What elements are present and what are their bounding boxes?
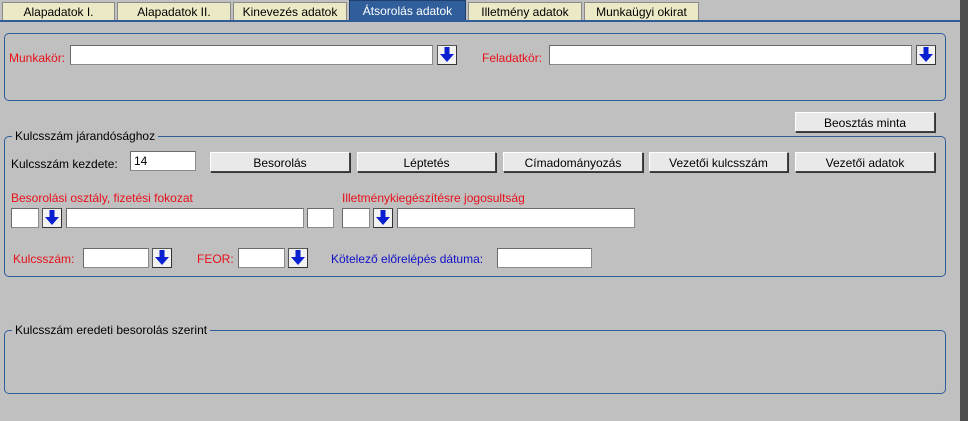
vezetoi-kulcsszam-button[interactable]: Vezetői kulcsszám	[649, 152, 788, 172]
eredeti-besorolas-legend: Kulcsszám eredeti besorolás szerint	[12, 323, 211, 337]
fizetesi-fokozat-input[interactable]	[307, 208, 334, 228]
illetmenykiegeszites-description[interactable]	[397, 208, 635, 228]
leptetes-button[interactable]: Léptetés	[357, 152, 496, 172]
illetmenykiegeszites-label: Illetménykiegészítésre jogosultság	[342, 191, 525, 205]
feladatkor-label: Feladatkör:	[482, 51, 543, 65]
kulcsszam-input[interactable]	[83, 248, 149, 268]
feladatkor-input[interactable]	[549, 45, 912, 65]
tab-atsorolas-adatok[interactable]: Átsorolás adatok	[349, 0, 466, 21]
kulcsszam-kezdete-input[interactable]	[130, 151, 196, 171]
besorolasi-osztaly-description[interactable]	[66, 208, 304, 228]
arrow-down-icon	[291, 250, 305, 265]
arrow-down-icon	[376, 210, 390, 225]
tab-underline	[0, 20, 960, 22]
munkakor-group	[4, 33, 946, 101]
arrow-down-icon	[155, 250, 169, 265]
feor-dropdown-button[interactable]	[288, 248, 308, 268]
besorolasi-osztaly-label: Besorolási osztály, fizetési fokozat	[11, 191, 193, 205]
besorolas-button[interactable]: Besorolás	[210, 152, 350, 172]
kulcsszam-label: Kulcsszám:	[13, 252, 75, 266]
eredeti-besorolas-group	[4, 330, 946, 394]
tab-munkaugyi-okirat[interactable]: Munkaügyi okirat	[584, 2, 699, 20]
arrow-down-icon	[440, 47, 454, 62]
beosztas-minta-button[interactable]: Beosztás minta	[795, 112, 935, 132]
tab-illetmeny-adatok[interactable]: Illetmény adatok	[468, 2, 582, 20]
vezetoi-adatok-button[interactable]: Vezetői adatok	[795, 152, 935, 172]
tab-kinevezes-adatok[interactable]: Kinevezés adatok	[233, 2, 347, 20]
kulcsszam-group-legend: Kulcsszám járandósághoz	[12, 129, 159, 143]
feor-label: FEOR:	[197, 252, 234, 266]
cimadomanyozas-button[interactable]: Címadományozás	[503, 152, 643, 172]
kotelezo-elorelepes-label: Kötelező előrelépés dátuma:	[331, 252, 484, 266]
illetmenykiegeszites-dropdown-button[interactable]	[373, 208, 393, 228]
window-edge	[960, 0, 968, 421]
munkakor-input[interactable]	[70, 45, 433, 65]
munkakor-dropdown-button[interactable]	[437, 45, 457, 65]
tab-alapadatok-2[interactable]: Alapadatok II.	[117, 2, 231, 20]
feladatkor-dropdown-button[interactable]	[916, 45, 936, 65]
kulcsszam-kezdete-label: Kulcsszám kezdete:	[11, 157, 118, 171]
illetmenykiegeszites-input[interactable]	[342, 208, 370, 228]
kotelezo-elorelepes-input[interactable]	[497, 248, 592, 268]
kulcsszam-dropdown-button[interactable]	[152, 248, 172, 268]
munkakor-label: Munkakör:	[9, 51, 66, 65]
tab-alapadatok-1[interactable]: Alapadatok I.	[2, 2, 115, 20]
feor-input[interactable]	[238, 248, 285, 268]
besorolasi-osztaly-dropdown-button[interactable]	[42, 208, 62, 228]
besorolasi-osztaly-input[interactable]	[11, 208, 39, 228]
arrow-down-icon	[45, 210, 59, 225]
tab-bar: Alapadatok I. Alapadatok II. Kinevezés a…	[0, 0, 968, 22]
arrow-down-icon	[919, 47, 933, 62]
